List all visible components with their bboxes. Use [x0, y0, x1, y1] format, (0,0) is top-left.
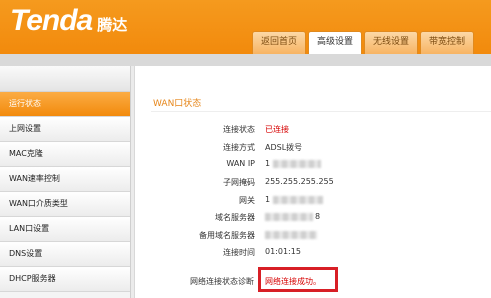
status-row: 连接状态 已连接 — [135, 124, 491, 140]
highlight-box — [258, 267, 338, 292]
section-divider — [151, 111, 491, 112]
sidebar: 运行状态 上网设置 MAC克隆 WAN速率控制 WAN口介质类型 LAN口设置 … — [0, 66, 131, 298]
backup-dns-value — [265, 230, 317, 239]
row-label: 域名服务器 — [215, 213, 255, 222]
gateway-value: 1 — [265, 195, 324, 204]
redacted-blur — [273, 195, 324, 204]
sidebar-header — [0, 66, 130, 92]
connection-time-value: 01:01:15 — [265, 247, 301, 256]
header-divider — [0, 54, 491, 66]
status-row: 备用域名服务器 — [135, 230, 491, 246]
status-row: 域名服务器 8 — [135, 212, 491, 228]
sidebar-item-wan-speed[interactable]: WAN速率控制 — [0, 167, 130, 192]
tab-advanced-settings[interactable]: 高级设置 — [308, 31, 363, 54]
diagnosis-label: 网络连接状态诊断 — [190, 277, 254, 286]
sidebar-item-internet-settings[interactable]: 上网设置 — [0, 117, 130, 142]
top-tabs: 返回首页 高级设置 无线设置 带宽控制 — [252, 31, 475, 54]
dns-value: 8 — [265, 212, 320, 221]
logo-text-cn: 腾达 — [97, 16, 128, 34]
row-label: 连接时间 — [223, 248, 255, 257]
status-row: 子网掩码 255.255.255.255 — [135, 177, 491, 193]
sidebar-item-lan-settings[interactable]: LAN口设置 — [0, 217, 130, 242]
tenda-logo: Tenda 腾达 — [10, 4, 127, 38]
status-row: 连接时间 01:01:15 — [135, 247, 491, 263]
gateway-text: 1 — [265, 195, 271, 204]
status-row: WAN IP 1 — [135, 159, 491, 175]
section-title: WAN口状态 — [153, 99, 202, 109]
wan-ip-value: 1 — [265, 159, 322, 168]
sidebar-item-mac-clone[interactable]: MAC克隆 — [0, 142, 130, 167]
status-row: 连接方式 ADSL拨号 — [135, 142, 491, 158]
sidebar-item-dhcp-server[interactable]: DHCP服务器 — [0, 267, 130, 292]
row-label: 连接状态 — [223, 125, 255, 134]
logo-text: Tenda — [10, 4, 93, 37]
wan-ip-text: 1 — [265, 159, 271, 168]
header-bar: Tenda 腾达 返回首页 高级设置 无线设置 带宽控制 — [0, 0, 491, 54]
redacted-blur — [273, 159, 322, 168]
subnet-mask-value: 255.255.255.255 — [265, 177, 334, 186]
sidebar-item-wan-media[interactable]: WAN口介质类型 — [0, 192, 130, 217]
main-panel: WAN口状态 连接状态 已连接 连接方式 ADSL拨号 WAN IP 1 子网掩… — [134, 66, 491, 298]
sidebar-item-running-status[interactable]: 运行状态 — [0, 92, 130, 117]
row-label: 备用域名服务器 — [199, 231, 255, 240]
connection-type-value: ADSL拨号 — [265, 143, 303, 152]
tab-wireless-settings[interactable]: 无线设置 — [364, 31, 419, 54]
row-label: 连接方式 — [223, 143, 255, 152]
dns-text: 8 — [315, 212, 321, 221]
tab-bandwidth-control[interactable]: 带宽控制 — [420, 31, 475, 54]
tab-home[interactable]: 返回首页 — [252, 31, 307, 54]
connection-status-value: 已连接 — [265, 125, 289, 134]
redacted-blur — [265, 230, 317, 239]
sidebar-item-dns-settings[interactable]: DNS设置 — [0, 242, 130, 267]
row-label: 子网掩码 — [223, 178, 255, 187]
row-label: 网关 — [239, 196, 255, 205]
row-label: WAN IP — [226, 159, 255, 168]
status-row: 网关 1 — [135, 195, 491, 211]
redacted-blur — [265, 212, 313, 221]
